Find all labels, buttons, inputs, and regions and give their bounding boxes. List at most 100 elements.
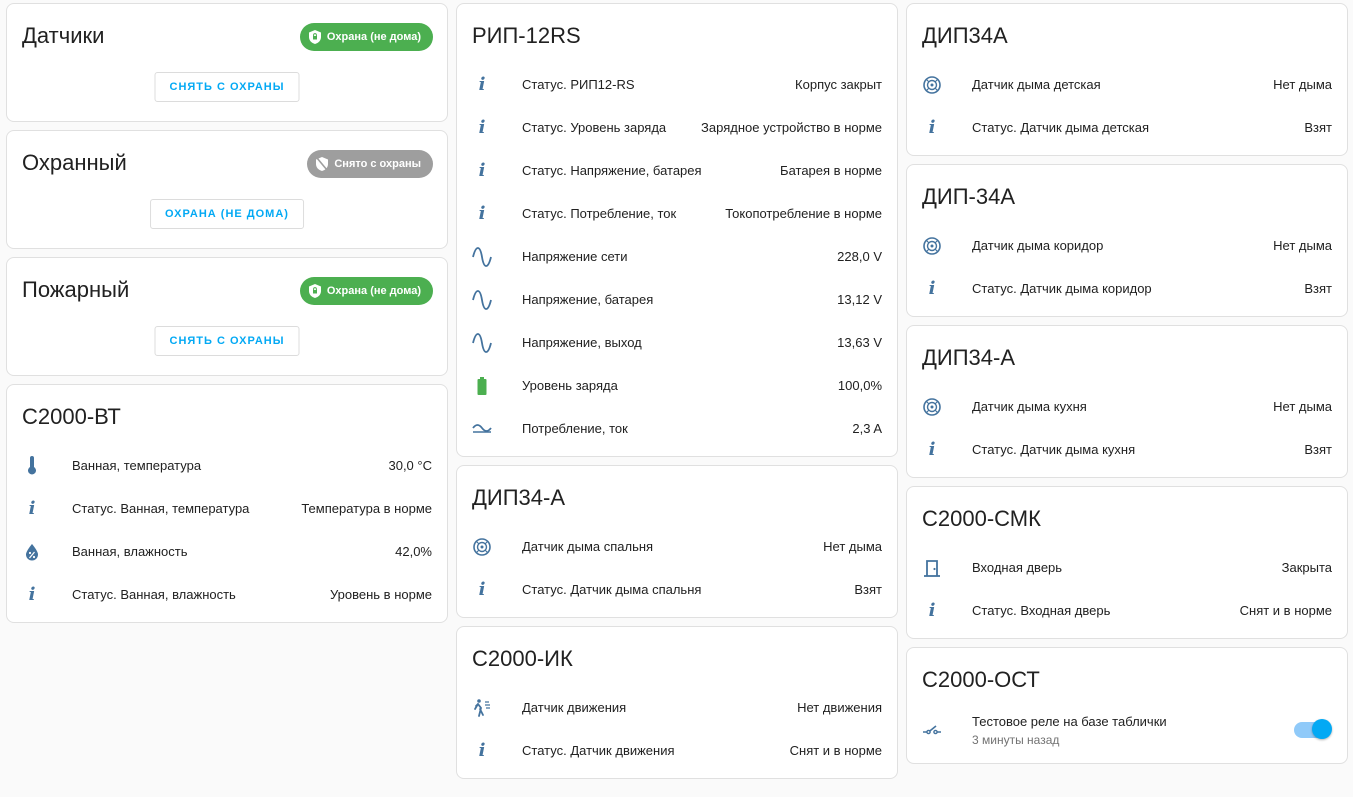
entity-row[interactable]: Датчик дыма коридор Нет дыма	[922, 224, 1332, 267]
entity-row[interactable]: Датчик дыма кухня Нет дыма	[922, 385, 1332, 428]
entity-row[interactable]: i Статус. Датчик движения Снят и в норме	[472, 729, 882, 772]
entity-row[interactable]: i Статус. Датчик дыма детская Взят	[922, 106, 1332, 149]
relay-row[interactable]: Тестовое реле на базе таблички 3 минуты …	[922, 707, 1332, 753]
entity-value: Токопотребление в норме	[725, 206, 882, 221]
entity-value: Взят	[1304, 442, 1332, 457]
entity-row[interactable]: Датчик дыма детская Нет дыма	[922, 63, 1332, 106]
entities-card-c2000ost: С2000-ОСТ Тестовое реле на базе таблички…	[906, 647, 1348, 764]
entity-name: Датчик дыма детская	[972, 77, 1101, 92]
info-icon: i	[928, 600, 936, 621]
entity-name: Ванная, влажность	[72, 544, 188, 559]
entity-name: Потребление, ток	[522, 421, 628, 436]
entity-row[interactable]: i Статус. Датчик дыма кухня Взят	[922, 428, 1332, 471]
info-icon: i	[478, 740, 486, 761]
entity-row[interactable]: i Статус. Уровень заряда Зарядное устрой…	[472, 106, 882, 149]
disarm-button[interactable]: СНЯТЬ С ОХРАНЫ	[154, 72, 300, 102]
smoke-detector-icon	[923, 236, 941, 255]
shield-off-icon	[316, 157, 329, 171]
entity-row[interactable]: Ванная, влажность 42,0%	[22, 530, 432, 573]
entity-row[interactable]: i Статус. Напряжение, батарея Батарея в …	[472, 149, 882, 192]
entity-name: Уровень заряда	[522, 378, 618, 393]
entity-value: Взят	[1304, 120, 1332, 135]
entity-row[interactable]: Датчик движения Нет движения	[472, 686, 882, 729]
info-icon: i	[478, 203, 486, 224]
smoke-detector-icon	[473, 537, 491, 556]
column-1: Датчики Охрана (не дома) СНЯТЬ С ОХРАНЫ …	[6, 3, 448, 631]
smoke-detector-icon	[923, 75, 941, 94]
entities-card-c2000smk: С2000-СМК Входная дверь Закрыта i Статус…	[906, 486, 1348, 639]
entity-row[interactable]: Ванная, температура 30,0 °C	[22, 444, 432, 487]
badge-label: Охрана (не дома)	[326, 31, 421, 43]
entity-row[interactable]: i Статус. Потребление, ток Токопотреблен…	[472, 192, 882, 235]
entities-card-dip-corridor: ДИП-34А Датчик дыма коридор Нет дыма i С…	[906, 164, 1348, 317]
entity-value: Температура в норме	[301, 501, 432, 516]
alarm-status-badge[interactable]: Охрана (не дома)	[299, 277, 433, 305]
info-icon: i	[28, 498, 36, 519]
entity-row[interactable]: Входная дверь Закрыта	[922, 546, 1332, 589]
entity-row[interactable]: i Статус. Ванная, влажность Уровень в но…	[22, 573, 432, 616]
entity-row[interactable]: Потребление, ток 2,3 A	[472, 407, 882, 450]
card-title: С2000-ВТ	[22, 404, 121, 429]
entity-name: Статус. Ванная, влажность	[72, 587, 236, 602]
entity-value: Снят и в норме	[1239, 603, 1332, 618]
entity-name: Статус. Датчик дыма кухня	[972, 442, 1136, 457]
entity-row[interactable]: Напряжение сети 228,0 V	[472, 235, 882, 278]
entity-value: 13,63 V	[837, 335, 882, 350]
card-title: ДИП34-А	[922, 345, 1015, 370]
entity-row[interactable]: Напряжение, выход 13,63 V	[472, 321, 882, 364]
arm-away-button[interactable]: ОХРАНА (НЕ ДОМА)	[150, 199, 304, 229]
shield-lock-icon	[308, 30, 321, 44]
entity-name: Тестовое реле на базе таблички	[972, 713, 1167, 729]
entity-row[interactable]: i Статус. Датчик дыма спальня Взят	[472, 568, 882, 611]
alarm-status-badge[interactable]: Снято с охраны	[307, 150, 433, 178]
entities-card-dip-kitchen: ДИП34-А Датчик дыма кухня Нет дыма i Ста…	[906, 325, 1348, 478]
column-3: ДИП34А Датчик дыма детская Нет дыма i Ст…	[906, 3, 1348, 772]
entity-value: Зарядное устройство в норме	[701, 120, 882, 135]
sine-wave-icon	[472, 332, 492, 353]
info-icon: i	[28, 584, 36, 605]
entity-value: Закрыта	[1281, 560, 1332, 575]
water-percent-icon	[26, 543, 38, 560]
info-icon: i	[478, 74, 486, 95]
entity-name: Статус. Датчик дыма коридор	[972, 281, 1152, 296]
card-title: ДИП34А	[922, 23, 1008, 48]
entity-value: 42,0%	[395, 544, 432, 559]
relay-toggle[interactable]	[1294, 719, 1332, 739]
entity-row[interactable]: i Статус. Входная дверь Снят и в норме	[922, 589, 1332, 632]
relay-switch-icon	[923, 725, 941, 735]
entity-name: Датчик дыма кухня	[972, 399, 1087, 414]
entity-row[interactable]: i Статус. РИП12-RS Корпус закрыт	[472, 63, 882, 106]
entity-value: Снят и в норме	[789, 743, 882, 758]
entity-value: Корпус закрыт	[795, 77, 882, 92]
entity-row[interactable]: i Статус. Датчик дыма коридор Взят	[922, 267, 1332, 310]
entity-name: Входная дверь	[972, 560, 1063, 575]
entity-name: Статус. Ванная, температура	[72, 501, 250, 516]
entity-name: Датчик дыма спальня	[522, 539, 654, 554]
sine-wave-icon	[472, 246, 492, 267]
card-title: РИП-12RS	[472, 23, 581, 48]
entity-row[interactable]: Датчик дыма спальня Нет дыма	[472, 525, 882, 568]
entity-name: Ванная, температура	[72, 458, 202, 473]
battery-icon	[477, 376, 487, 395]
entity-name: Статус. Датчик движения	[522, 743, 675, 758]
badge-label: Снято с охраны	[334, 158, 421, 170]
entity-last-changed: 3 минуты назад	[972, 732, 1060, 747]
info-icon: i	[478, 117, 486, 138]
entity-value: Взят	[1304, 281, 1332, 296]
entity-name: Напряжение, выход	[522, 335, 642, 350]
entity-row[interactable]: Напряжение, батарея 13,12 V	[472, 278, 882, 321]
entity-row[interactable]: Уровень заряда 100,0%	[472, 364, 882, 407]
entity-value: 30,0 °C	[388, 458, 432, 473]
info-icon: i	[928, 439, 936, 460]
entities-card-dip-bedroom: ДИП34-А Датчик дыма спальня Нет дыма i С…	[456, 465, 898, 618]
disarm-button[interactable]: СНЯТЬ С ОХРАНЫ	[154, 326, 300, 356]
entity-name: Датчик движения	[522, 700, 627, 715]
entity-row[interactable]: i Статус. Ванная, температура Температур…	[22, 487, 432, 530]
card-title: С2000-ОСТ	[922, 667, 1040, 692]
thermometer-icon	[28, 455, 36, 474]
column-2: РИП-12RS i Статус. РИП12-RS Корпус закры…	[456, 3, 898, 787]
entity-value: Нет дыма	[1273, 238, 1332, 253]
entity-name: Напряжение, батарея	[522, 292, 654, 307]
entity-name: Статус. Датчик дыма спальня	[522, 582, 702, 597]
alarm-status-badge[interactable]: Охрана (не дома)	[299, 23, 433, 51]
